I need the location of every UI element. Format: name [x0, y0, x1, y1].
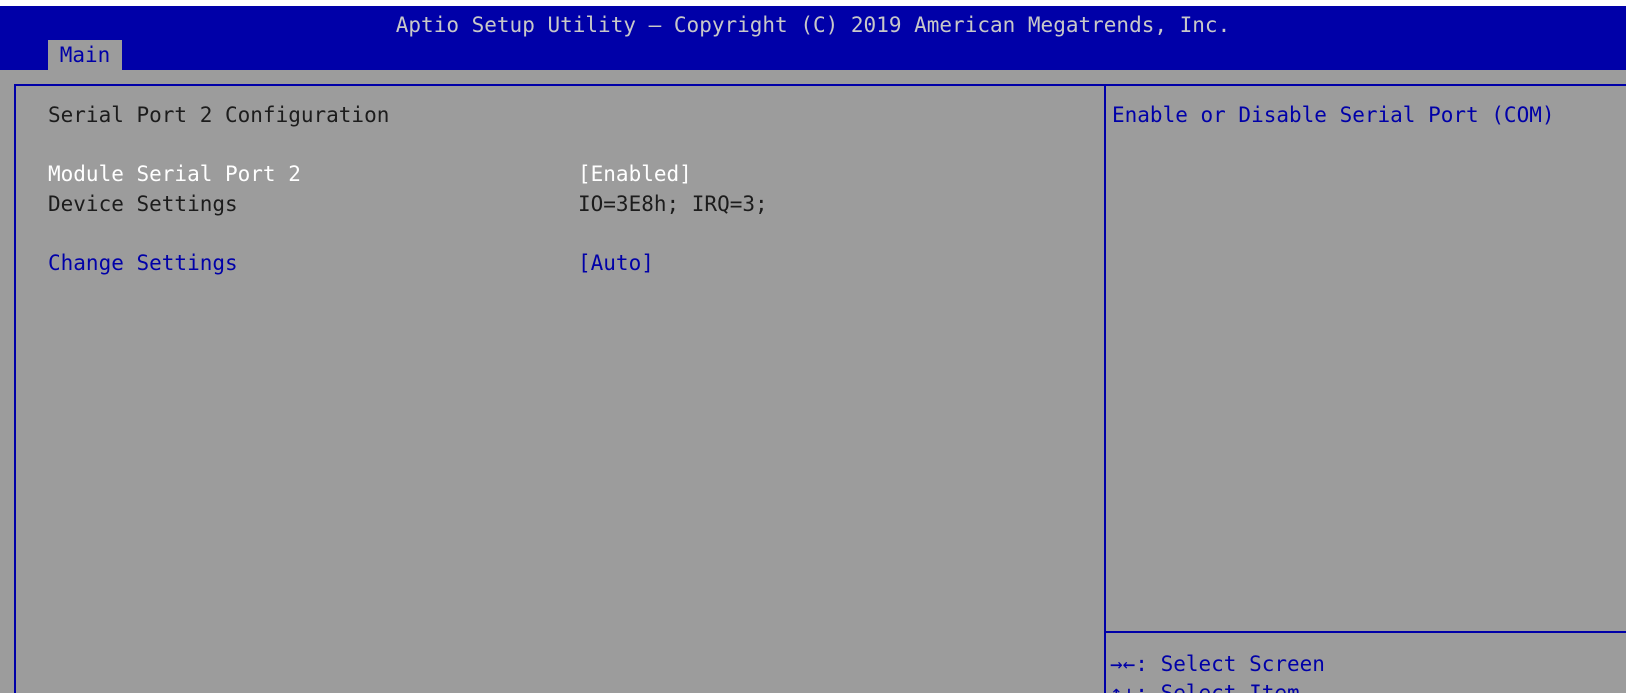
window-title: Aptio Setup Utility – Copyright (C) 2019… [395, 13, 1231, 37]
help-key-select-screen-label: : Select Screen [1135, 652, 1325, 676]
top-border [0, 0, 1626, 6]
help-key-select-screen: →←: Select Screen [1110, 651, 1325, 677]
help-panel-divider [1104, 84, 1106, 693]
up-down-arrows-icon: ↑↓ [1110, 681, 1136, 693]
device-settings-value: IO=3E8h; IRQ=3; [578, 192, 768, 216]
module-serial-port-value[interactable]: [Enabled] [578, 161, 692, 187]
left-right-arrows-icon: →← [1110, 652, 1136, 676]
frame-top-border [14, 84, 1626, 86]
section-title: Serial Port 2 Configuration [48, 103, 390, 127]
frame-left-border [14, 84, 16, 693]
device-settings-label: Device Settings [48, 192, 238, 216]
bios-setup-screen: Aptio Setup Utility – Copyright (C) 2019… [0, 0, 1626, 693]
change-settings-value[interactable]: [Auto] [578, 250, 654, 276]
help-key-select-item-label: : Select Item [1135, 681, 1300, 693]
help-keys-divider [1106, 631, 1626, 633]
module-serial-port-label: Module Serial Port 2 [48, 162, 301, 186]
help-key-select-item: ↑↓: Select Item [1110, 680, 1300, 693]
help-description: Enable or Disable Serial Port (COM) [1112, 103, 1555, 127]
change-settings-label[interactable]: Change Settings [48, 250, 238, 276]
tab-main[interactable]: Main [48, 40, 122, 70]
